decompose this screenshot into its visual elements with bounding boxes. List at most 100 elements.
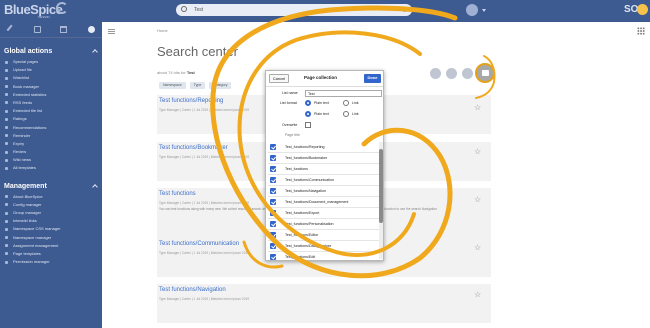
row-checkbox[interactable] [270, 155, 276, 161]
sidebar-item-global-7[interactable]: Ratings [0, 115, 102, 123]
clear-icon[interactable] [402, 7, 407, 12]
scrollbar-thumb[interactable] [379, 149, 383, 223]
row-title: Test_functions/Data_Analyze [285, 244, 332, 248]
radio-link[interactable] [343, 100, 349, 106]
page-row[interactable]: Test_functions/Bookmaker [268, 153, 379, 164]
row-checkbox[interactable] [270, 199, 276, 205]
sidebar-item-global-11[interactable]: Review [0, 148, 102, 156]
star-icon[interactable]: ☆ [474, 148, 482, 156]
row-title: Test_functions/Document_management [285, 200, 349, 204]
result-meta: Type Manager | Carter | 1 Jul 2019 | Mat… [159, 297, 250, 301]
page-row[interactable]: Test_functions/Edit [268, 252, 379, 260]
clipboard-icon[interactable] [34, 26, 41, 33]
logo[interactable]: BlueSpice MEDIAWIKI [4, 2, 63, 19]
dialog-header: Cancel Page collection Done [266, 71, 383, 87]
sidebar-section-global[interactable]: Global actions [0, 38, 102, 58]
result-meta: Type Manager | Carter | 1 Jul 2019 | Mat… [159, 251, 250, 255]
management-list: About BlueSpice Config manager Group manag… [0, 193, 102, 267]
row-checkbox[interactable] [270, 166, 276, 172]
star-icon[interactable]: ☆ [474, 196, 482, 204]
page-row[interactable]: Test_functions [268, 164, 379, 175]
sidebar-item-global-5[interactable]: RSS feeds [0, 99, 102, 107]
page-row[interactable]: Test_functions/Document_management [268, 197, 379, 208]
export-button[interactable] [475, 63, 495, 83]
sidebar-item-global-4[interactable]: Extended statistics [0, 91, 102, 99]
star-icon[interactable]: ☆ [474, 291, 482, 299]
result-title[interactable]: Test functions/Reporting [159, 98, 223, 104]
filter-category[interactable]: Category [209, 82, 232, 89]
row-checkbox[interactable] [270, 254, 276, 260]
result-title[interactable]: Test functions [159, 191, 196, 197]
more-options-button[interactable] [462, 68, 473, 79]
row-checkbox[interactable] [270, 177, 276, 183]
radio-plain-text[interactable] [305, 100, 311, 106]
sidebar-item-global-8[interactable]: Recommendations [0, 124, 102, 132]
trash-icon[interactable] [60, 26, 67, 33]
sidebar-item-global-6[interactable]: Extended file list [0, 107, 102, 115]
row-checkbox[interactable] [270, 210, 276, 216]
page-row[interactable]: Test_functions/Personalisation [268, 219, 379, 230]
sidebar-item-management-1[interactable]: Config manager [0, 201, 102, 209]
page-row[interactable]: Test_functions/Data_Analyze [268, 241, 379, 252]
sidebar-item-management-8[interactable]: Permission manager [0, 258, 102, 266]
sidebar-item-global-2[interactable]: Watchlist [0, 74, 102, 82]
filter-type[interactable]: Type [189, 82, 206, 89]
gear-icon[interactable] [88, 26, 95, 33]
filter-options-button[interactable] [446, 68, 457, 79]
row-checkbox[interactable] [270, 243, 276, 249]
list-name-input[interactable]: Test [305, 90, 382, 97]
result-title[interactable]: Test functions/Communication [159, 241, 239, 247]
user-avatar[interactable] [637, 4, 648, 15]
page-row[interactable]: Test_functions/Communication [268, 175, 379, 186]
star-icon[interactable]: ☆ [474, 104, 482, 112]
row-checkbox[interactable] [270, 188, 276, 194]
sidebar-item-management-7[interactable]: Page templates [0, 250, 102, 258]
sidebar-section-management[interactable]: Management [0, 173, 102, 193]
row-title: Test_functions [285, 167, 308, 171]
radio-plain-label: Plain text [314, 101, 329, 105]
overwrite-checkbox[interactable] [305, 122, 311, 128]
chevron-down-icon[interactable] [482, 9, 486, 12]
sidebar-item-management-6[interactable]: Assignment management [0, 242, 102, 250]
result-title[interactable]: Test functions/Navigation [159, 287, 226, 293]
sidebar-item-global-10[interactable]: Expiry [0, 140, 102, 148]
done-button[interactable]: Done [364, 74, 381, 83]
sidebar-item-management-3[interactable]: Interwiki links [0, 217, 102, 225]
sidebar-item-global-1[interactable]: Upload file [0, 66, 102, 74]
page-row[interactable]: Test_functions/Reporting [268, 142, 379, 153]
radio-plain-text-2[interactable] [305, 111, 311, 117]
radio-link-2[interactable] [343, 111, 349, 117]
sidebar-item-management-5[interactable]: Namespace manager [0, 234, 102, 242]
sidebar-item-management-0[interactable]: About BlueSpice [0, 193, 102, 201]
row-checkbox[interactable] [270, 221, 276, 227]
sidebar-item-global-12[interactable]: Wiki news [0, 156, 102, 164]
sidebar-item-management-2[interactable]: Group manager [0, 209, 102, 217]
row-checkbox[interactable] [270, 232, 276, 238]
pin-icon[interactable] [6, 24, 17, 35]
page-row[interactable]: Test_functions/Navigation [268, 186, 379, 197]
row-checkbox[interactable] [270, 144, 276, 150]
apps-grid-icon[interactable] [637, 27, 645, 35]
chevron-up-icon [92, 183, 98, 190]
search-input[interactable]: Test [176, 4, 412, 16]
page-row[interactable]: Test_functions/Export [268, 208, 379, 219]
top-bar: BlueSpice MEDIAWIKI Test SO [0, 0, 650, 22]
breadcrumb[interactable]: Home [157, 28, 168, 33]
notifications-avatar[interactable] [466, 4, 478, 16]
result-title[interactable]: Test functions/Bookmaker [159, 145, 228, 151]
page-row[interactable]: Test_functions/Editor [268, 230, 379, 241]
menu-icon[interactable] [108, 29, 115, 34]
sidebar-item-management-4[interactable]: Namespace CSS manager [0, 225, 102, 233]
sidebar-item-global-3[interactable]: Book manager [0, 83, 102, 91]
sidebar-toolbar [0, 22, 102, 38]
sidebar-item-global-13[interactable]: All templates [0, 164, 102, 172]
star-icon[interactable]: ☆ [474, 244, 482, 252]
cancel-button[interactable]: Cancel [269, 74, 289, 83]
sidebar-item-global-9[interactable]: Reminder [0, 132, 102, 140]
sidebar-item-global-0[interactable]: Special pages [0, 58, 102, 66]
add-filter-button[interactable] [430, 68, 441, 79]
hit-count: about 74 hits for Test [157, 70, 195, 75]
filter-bar: Namespace Type Category [159, 82, 235, 89]
filter-namespace[interactable]: Namespace [159, 82, 186, 89]
search-icon [181, 6, 187, 12]
